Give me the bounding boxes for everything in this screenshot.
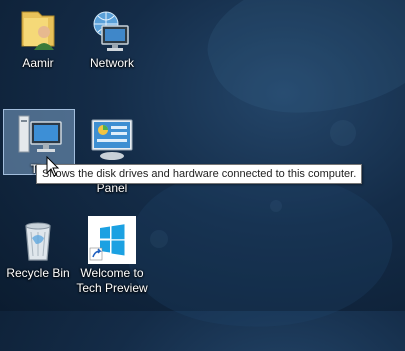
desktop-icon-aamir[interactable]: Aamir [2,2,74,78]
desktop-icon-label: Recycle Bin [6,266,70,280]
recycle-bin-icon [14,216,62,264]
desktop-icon-label-line1: Welcome to [80,266,144,280]
desktop-icon-network[interactable]: Network [76,2,148,78]
user-folder-icon [14,6,62,54]
wallpaper-shape [193,0,405,147]
tooltip: Shows the disk drives and hardware conne… [36,164,363,184]
desktop-icon-label: Network [89,56,134,70]
desktop-icon-recycle-bin[interactable]: Recycle Bin [2,212,74,284]
control-panel-icon [88,116,136,164]
wallpaper-bubble [330,120,356,146]
welcome-windows-icon [88,216,136,264]
desktop-icon-welcome[interactable]: Welcome to Tech Preview [76,212,148,298]
desktop-icon-label: Aamir [22,56,54,70]
desktop-icon-label-line2: Tech Preview [76,281,148,295]
wallpaper-bubble [270,200,282,212]
wallpaper-bubble [150,230,168,248]
this-pc-icon [15,112,63,160]
mouse-cursor-icon [46,156,60,177]
network-icon [88,6,136,54]
